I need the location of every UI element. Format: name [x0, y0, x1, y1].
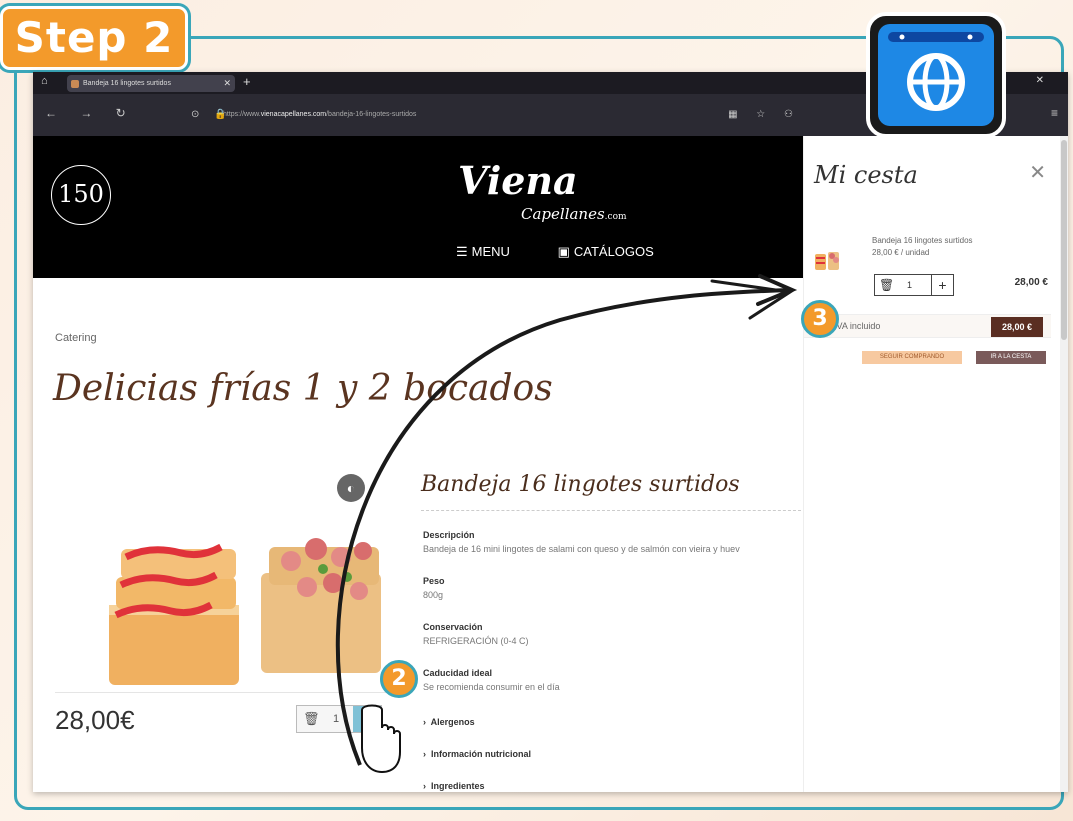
hamburger-menu-icon[interactable]: ≡	[1051, 106, 1058, 120]
site-nav: ☰ MENU ▣ CATÁLOGOS	[456, 244, 698, 260]
fish-allergen-icon: ◐	[337, 474, 365, 502]
url-bar[interactable]: ⊙ 🔒 https://www.vienacapellanes.com/band…	[183, 104, 823, 126]
page-title: Delicias frías 1 y 2 bocados	[53, 368, 553, 409]
close-icon[interactable]: ✕	[1029, 160, 1046, 185]
toolbar-icons[interactable]: ▦ ☆ ⚇	[728, 104, 801, 126]
favicon-icon	[71, 80, 79, 88]
globe-icon	[878, 24, 994, 126]
browser-window: ⌂ Bandeja 16 lingotes surtidos ✕ + ⌄ ✕ ←…	[33, 72, 1068, 792]
new-tab-icon[interactable]: +	[243, 74, 251, 89]
spec-best-before: Caducidad ideal Se recomienda consumir en…	[423, 668, 560, 692]
accordion-ingredients[interactable]: › Ingredientes	[423, 781, 485, 791]
tab-title: Bandeja 16 lingotes surtidos	[83, 80, 171, 87]
browser-tab[interactable]: Bandeja 16 lingotes surtidos ✕	[67, 75, 235, 92]
plus-icon[interactable]: +	[931, 275, 953, 295]
quantity-value: 1	[333, 713, 340, 725]
continue-shopping-button[interactable]: SEGUIR COMPRANDO	[862, 351, 962, 364]
catalog-icon: ▣	[557, 244, 570, 259]
vat-label: IVA incluido	[834, 321, 881, 331]
quantity-stepper[interactable]: 🗑 1 +	[296, 705, 382, 733]
cart-total-row: IVA incluido 28,00 €	[804, 314, 1051, 338]
product-title: Bandeja 16 lingotes surtidos	[421, 472, 740, 497]
cart-title: Mi cesta	[814, 161, 918, 189]
brand-subtitle: Capellanes.com	[521, 205, 627, 223]
accordion-nutrition[interactable]: › Información nutricional	[423, 749, 531, 759]
cart-item-thumbnail	[815, 252, 839, 270]
lock-icon: ⊙ 🔒	[191, 109, 233, 120]
brand-logo[interactable]: Viena	[458, 158, 578, 203]
site-header: 150 Viena Capellanes.com ☰ MENU ▣ CATÁLOGO…	[33, 136, 803, 278]
cart-item-unit-price: 28,00 € / unidad	[872, 248, 930, 257]
nav-buttons-icon[interactable]: ← → ↻	[45, 106, 136, 120]
spec-storage: Conservación REFRIGERACIÓN (0-4 C)	[423, 622, 529, 646]
breadcrumb[interactable]: Catering	[55, 332, 97, 344]
anniversary-logo[interactable]: 150	[51, 165, 111, 225]
cart-quantity-stepper[interactable]: 🗑 1 +	[874, 274, 954, 296]
cart-total: 28,00 €	[991, 317, 1043, 337]
add-to-cart-plus-icon[interactable]: +	[353, 706, 381, 732]
go-to-cart-button[interactable]: IR A LA CESTA	[976, 351, 1046, 364]
cart-drawer: Mi cesta ✕ Bandeja 16 lingotes surtidos …	[803, 136, 1060, 792]
spec-description: Descripción Bandeja de 16 mini lingotes d…	[423, 530, 740, 554]
menu-icon: ☰	[456, 244, 468, 259]
product-price: 28,00€	[55, 705, 135, 735]
url-text: https://www.vienacapellanes.com/bandeja-…	[223, 111, 417, 118]
cart-item-price: 28,00 €	[1014, 277, 1048, 288]
scrollbar-thumb[interactable]	[1061, 140, 1067, 340]
cart-quantity-value: 1	[907, 280, 913, 290]
home-icon[interactable]: ⌂	[41, 75, 48, 87]
product-image	[109, 538, 381, 685]
step-badge: Step 2	[0, 6, 188, 70]
accordion-allergens[interactable]: › Alergenos	[423, 717, 475, 727]
scrollbar[interactable]	[1060, 136, 1068, 792]
spec-weight: Peso 800g	[423, 576, 445, 600]
close-tab-icon[interactable]: ✕	[223, 75, 231, 92]
nav-menu[interactable]: ☰ MENU	[456, 244, 532, 259]
divider	[421, 510, 801, 511]
divider	[55, 692, 405, 693]
step-marker-2: 2	[380, 660, 418, 698]
trash-icon[interactable]: 🗑	[303, 711, 320, 727]
nav-catalogs[interactable]: ▣ CATÁLOGOS	[558, 244, 676, 259]
cart-item-name[interactable]: Bandeja 16 lingotes surtidos	[872, 236, 973, 245]
step-marker-3: 3	[801, 300, 839, 338]
browser-app-icon	[866, 12, 1006, 138]
trash-icon[interactable]: 🗑	[879, 278, 894, 292]
